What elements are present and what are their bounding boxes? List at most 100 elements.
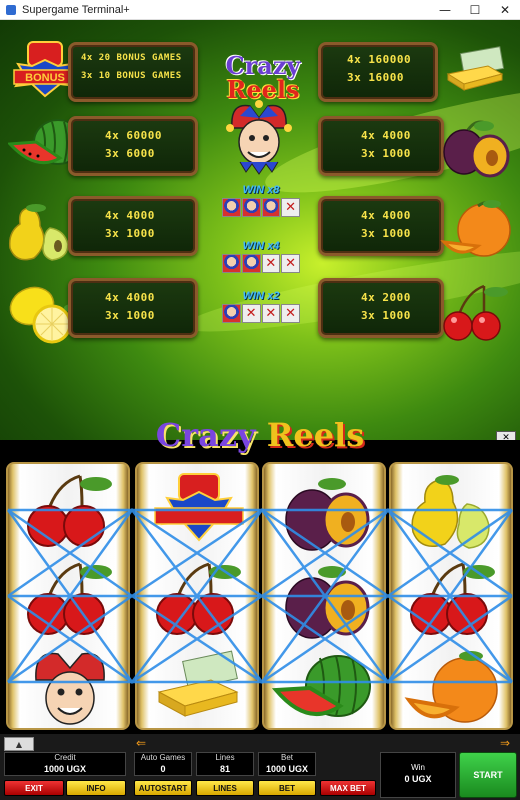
credit-display: Credit 1000 UGX — [4, 752, 126, 776]
plum-payout-board: 4x 4000 3x 1000 — [318, 116, 444, 176]
bonus-symbol-label: BONUS — [25, 72, 65, 84]
credit-label: Credit — [54, 753, 76, 762]
collapse-panel-button[interactable]: ▲ — [4, 737, 34, 751]
x-mark-icon: ✕ — [281, 198, 300, 217]
reel-1 — [6, 462, 130, 730]
gold-payout-board: 4x 160000 3x 16000 — [318, 42, 438, 102]
minimize-button[interactable]: — — [430, 0, 460, 20]
reel-2 — [135, 462, 259, 730]
cherry-icon — [443, 284, 508, 341]
plum-payout-4x: 4x 4000 — [361, 129, 411, 142]
joker-mini-icon — [222, 304, 241, 323]
plum-icon — [443, 120, 510, 178]
watermelon-icon — [272, 655, 371, 717]
cherry-icon — [156, 562, 241, 635]
joker-mini-icon — [241, 198, 261, 217]
win-combo-x4: WIN x4 ✕ ✕ — [222, 240, 300, 273]
cherry-icon — [27, 562, 112, 635]
paytable-logo: Crazy Reels — [216, 54, 310, 102]
bonus-payout-3x: 3x 10 BONUS GAMES — [81, 71, 182, 81]
watermelon-payout-3x: 3x 6000 — [105, 147, 155, 160]
arrow-right-icon[interactable]: ⇒ — [500, 737, 514, 749]
x-mark-icon: ✕ — [281, 304, 300, 323]
pear-payout-board: 4x 4000 3x 1000 — [68, 196, 198, 256]
win-x8-label: WIN x8 — [242, 184, 280, 196]
max-bet-button[interactable]: MAX BET — [320, 780, 376, 796]
lines-button[interactable]: LINES — [196, 780, 254, 796]
app-icon — [6, 4, 16, 15]
joker-icon — [35, 652, 105, 725]
start-button[interactable]: START — [459, 752, 517, 798]
cherry-payout-board: 4x 2000 3x 1000 — [318, 278, 444, 338]
window-titlebar: Supergame Terminal+ — ☐ ✕ — [0, 0, 520, 20]
cherry-payout-4x: 4x 2000 — [361, 291, 411, 304]
x-mark-icon: ✕ — [281, 254, 300, 273]
win-x4-label: WIN x4 — [242, 240, 280, 252]
credit-value: 1000 UGX — [43, 764, 87, 774]
orange-payout-board: 4x 4000 3x 1000 — [318, 196, 444, 256]
cherry-payout-3x: 3x 1000 — [361, 309, 411, 322]
game-logo-crazy: Crazy — [155, 416, 256, 454]
window-title: Supergame Terminal+ — [22, 3, 130, 16]
joker-mini-icon — [222, 254, 241, 273]
auto-games-label: Auto Games — [140, 753, 186, 762]
x-mark-icon: ✕ — [261, 304, 281, 323]
lines-label: Lines — [215, 753, 235, 762]
auto-games-display: Auto Games 0 — [134, 752, 192, 776]
win-value: 0 UGX — [404, 774, 432, 784]
joker-icon — [226, 100, 292, 175]
plum-payout-3x: 3x 1000 — [361, 147, 411, 160]
watermelon-payout-board: 4x 60000 3x 6000 — [68, 116, 198, 176]
bet-button[interactable]: BET — [258, 780, 316, 796]
pear-payout-4x: 4x 4000 — [105, 209, 155, 222]
lemon-payout-4x: 4x 4000 — [105, 291, 155, 304]
exit-button[interactable]: EXIT — [4, 780, 64, 796]
autostart-button[interactable]: AUTOSTART — [134, 780, 192, 796]
maximize-button[interactable]: ☐ — [460, 0, 490, 20]
lemon-payout-3x: 3x 1000 — [105, 309, 155, 322]
bet-label: Bet — [280, 753, 293, 762]
orange-payout-4x: 4x 4000 — [361, 209, 411, 222]
close-button[interactable]: ✕ — [490, 0, 520, 20]
bonus-payout-4x: 4x 20 BONUS GAMES — [81, 53, 182, 63]
info-button[interactable]: INFO — [66, 780, 126, 796]
orange-icon — [440, 200, 511, 257]
win-combo-x8: WIN x8 ✕ — [222, 184, 300, 217]
gold-payout-3x: 3x 16000 — [347, 71, 404, 84]
game-logo-reels: Reels — [266, 416, 365, 454]
pear-icon — [411, 475, 490, 549]
win-label: Win — [411, 763, 425, 772]
auto-games-value: 0 — [160, 764, 166, 774]
bet-value: 1000 UGX — [265, 764, 309, 774]
game-logo: Crazy Reels — [0, 416, 520, 454]
win-x2-label: WIN x2 — [242, 290, 280, 302]
gold-bar-icon — [446, 46, 505, 91]
x-mark-icon: ✕ — [261, 254, 281, 273]
win-combo-x2: WIN x2 ✕ ✕ ✕ — [222, 290, 300, 323]
bet-display: Bet 1000 UGX — [258, 752, 316, 776]
orange-payout-3x: 3x 1000 — [361, 227, 411, 240]
gold-bar-icon — [157, 650, 239, 717]
lines-value: 81 — [219, 764, 230, 774]
joker-mini-icon — [261, 198, 281, 217]
win-display: Win 0 UGX — [380, 752, 456, 798]
lines-display: Lines 81 — [196, 752, 254, 776]
bonus-payout-board: 4x 20 BONUS GAMES 3x 10 BONUS GAMES — [68, 42, 198, 102]
lemon-payout-board: 4x 4000 3x 1000 — [68, 278, 198, 338]
pear-payout-3x: 3x 1000 — [105, 227, 155, 240]
reel-4 — [389, 462, 513, 730]
x-mark-icon: ✕ — [241, 304, 261, 323]
joker-mini-icon — [241, 254, 261, 273]
cherry-icon — [27, 474, 112, 547]
joker-mini-icon — [222, 198, 241, 217]
cherry-icon — [410, 562, 495, 635]
orange-icon — [404, 651, 498, 723]
reel-3 — [262, 462, 386, 730]
arrow-left-icon[interactable]: ⇐ — [136, 737, 150, 749]
plum-icon — [285, 566, 370, 639]
gold-payout-4x: 4x 160000 — [347, 53, 412, 66]
bonus-icon — [154, 473, 244, 542]
plum-icon — [285, 478, 370, 551]
paytable: BONUS 4x 20 BONUS GAMES 3x 10 BONUS GAME… — [0, 20, 520, 440]
watermelon-payout-4x: 4x 60000 — [105, 129, 162, 142]
